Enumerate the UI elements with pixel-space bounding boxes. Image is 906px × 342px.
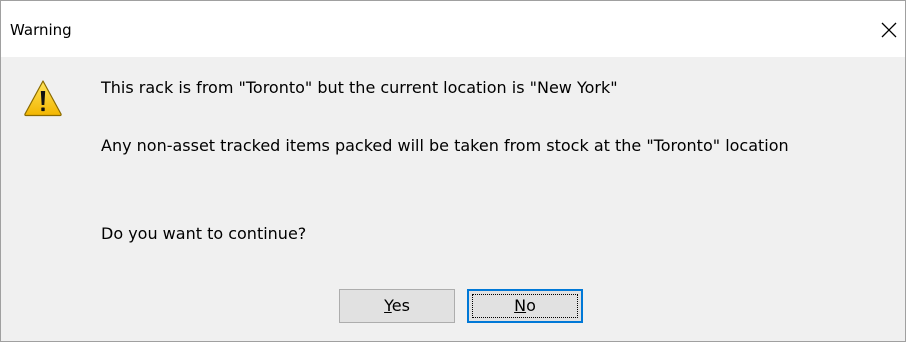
yes-button[interactable]: Yes [339, 289, 455, 323]
message-line-1: This rack is from "Toronto" but the curr… [101, 78, 618, 97]
warning-dialog: Warning This rack is from "Toronto" but … [0, 0, 906, 342]
no-button-label: No [514, 296, 536, 315]
title-bar[interactable]: Warning [1, 1, 905, 57]
close-icon [881, 22, 897, 38]
yes-button-label: Yes [384, 296, 410, 315]
yes-accelerator: Y [384, 296, 392, 315]
no-accelerator: N [514, 296, 527, 315]
warning-icon [23, 79, 63, 117]
no-label-rest: o [526, 296, 536, 315]
message-line-3: Do you want to continue? [101, 224, 307, 243]
window-title: Warning [10, 21, 72, 39]
close-button[interactable] [877, 15, 901, 43]
message-line-2: Any non-asset tracked items packed will … [101, 136, 789, 155]
yes-label-rest: es [391, 296, 410, 315]
no-button[interactable]: No [467, 289, 583, 323]
